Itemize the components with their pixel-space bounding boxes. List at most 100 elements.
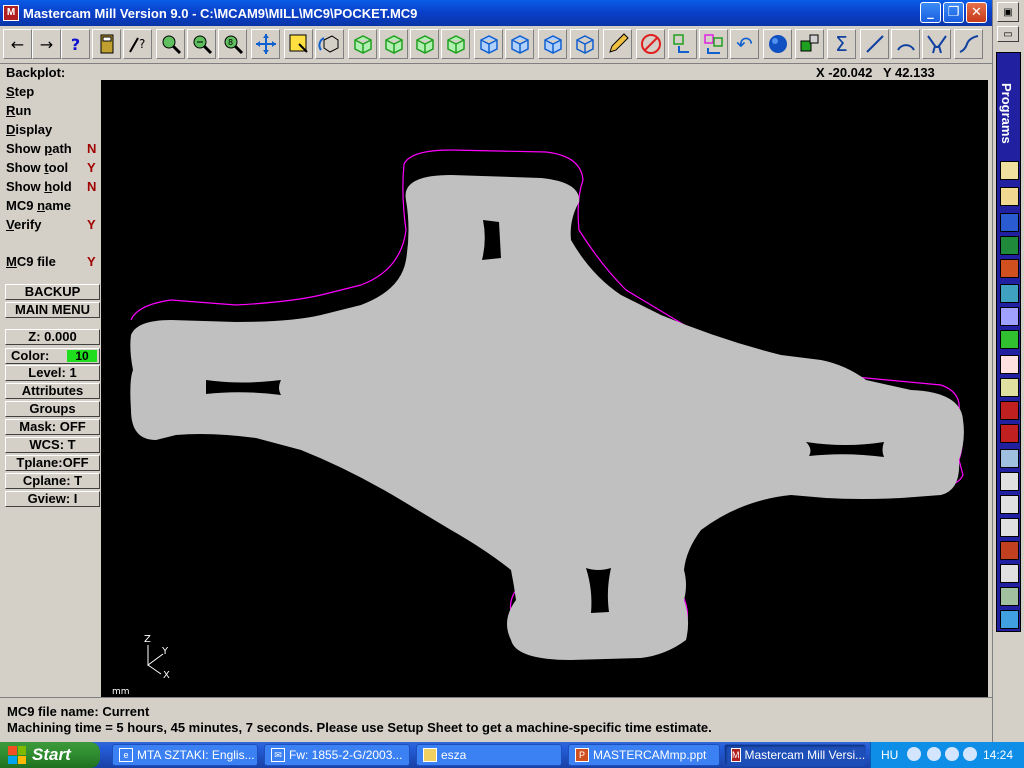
app-icon-5[interactable] [1000, 401, 1019, 420]
powerpoint-icon[interactable] [1000, 259, 1019, 278]
shade-sphere-icon[interactable] [763, 29, 792, 59]
z-depth-button[interactable]: Z: 0.000 [5, 329, 100, 345]
browser-icon: e [119, 748, 133, 762]
gview-button[interactable]: Gview: I [5, 491, 100, 507]
rotate-view-icon[interactable] [315, 29, 344, 59]
menu-show-path[interactable]: Show path [6, 141, 72, 156]
menu-run[interactable]: Run [6, 103, 31, 118]
show-path-value: N [87, 141, 97, 156]
color-swatch: 10 [67, 350, 97, 362]
color-label: Color: [11, 348, 50, 363]
task-mastercam[interactable]: M Mastercam Mill Versi... [724, 744, 866, 766]
view-iso-3-icon[interactable] [410, 29, 439, 59]
app-icon-14[interactable] [1000, 610, 1019, 629]
menu-show-hold[interactable]: Show hold [6, 179, 72, 194]
translate-icon[interactable] [699, 29, 728, 59]
tray-icon-1[interactable] [907, 747, 921, 761]
word-icon[interactable] [1000, 213, 1019, 232]
line-icon[interactable] [860, 29, 889, 59]
app-icon-12[interactable] [1000, 564, 1019, 583]
mastercam-icon[interactable]: M [3, 5, 19, 21]
tplane-button[interactable]: Tplane:OFF [5, 455, 100, 471]
task-mta-sztaki[interactable]: e MTA SZTAKI: Englis... [112, 744, 258, 766]
close-button[interactable]: ✕ [966, 2, 987, 23]
minimize-button[interactable]: _ [920, 2, 941, 23]
app-icon-7[interactable] [1000, 449, 1019, 468]
pocket-part [130, 175, 964, 660]
arc-icon[interactable] [891, 29, 920, 59]
excel-icon[interactable] [1000, 236, 1019, 255]
analyze-icon[interactable]: ? [123, 29, 152, 59]
backup-button[interactable]: BACKUP [5, 284, 100, 300]
app-icon-10[interactable] [1000, 518, 1019, 537]
start-button[interactable]: Start [0, 742, 100, 768]
view-iso-icon[interactable] [570, 29, 599, 59]
edit-pencil-icon[interactable] [603, 29, 632, 59]
app-icon-1[interactable] [1000, 284, 1019, 303]
zoom-window-icon[interactable] [156, 29, 185, 59]
task-powerpoint[interactable]: P MASTERCAMmp.ppt [568, 744, 720, 766]
app-icon-8[interactable] [1000, 472, 1019, 491]
app-icon-6[interactable] [1000, 424, 1019, 443]
axis-gizmo [147, 645, 164, 675]
forward-arrow-icon[interactable]: → [32, 29, 61, 59]
maximize-button[interactable]: ❐ [943, 2, 964, 23]
menu-verify[interactable]: Verify [6, 217, 41, 232]
folder-icon[interactable] [1000, 187, 1019, 206]
color-button[interactable]: Color: 10 [5, 348, 100, 364]
calculator-icon[interactable] [92, 29, 121, 59]
pan-icon[interactable] [251, 29, 280, 59]
app-icon-11[interactable] [1000, 541, 1019, 560]
task-esza-folder[interactable]: esza [416, 744, 562, 766]
view-iso-4-icon[interactable] [441, 29, 470, 59]
erase-icon[interactable] [636, 29, 665, 59]
task-fw-mail[interactable]: ✉ Fw: 1855-2-G/2003... [264, 744, 410, 766]
menu-show-tool[interactable]: Show tool [6, 160, 68, 175]
view-side-icon[interactable] [538, 29, 567, 59]
app-icon-13[interactable] [1000, 587, 1019, 606]
spline-icon[interactable] [954, 29, 983, 59]
folder-open-icon[interactable] [1000, 161, 1019, 180]
view-front-icon[interactable] [505, 29, 534, 59]
transform-icon[interactable] [668, 29, 697, 59]
mask-button[interactable]: Mask: OFF [5, 419, 100, 435]
programs-bar: Programs [996, 52, 1021, 632]
back-arrow-icon[interactable]: ← [3, 29, 32, 59]
fillet-icon[interactable] [922, 29, 951, 59]
mastercam-icon: M [731, 748, 741, 762]
tray-icon-2[interactable] [927, 747, 941, 761]
view-iso-1-icon[interactable] [348, 29, 377, 59]
select-window-icon[interactable] [284, 29, 313, 59]
cplane-button[interactable]: Cplane: T [5, 473, 100, 489]
svg-text:?: ? [139, 37, 145, 51]
menu-display[interactable]: Display [6, 122, 52, 137]
attributes-button[interactable]: Attributes [5, 383, 100, 399]
graphics-viewport[interactable]: Z Y X mm [101, 80, 988, 697]
zoom-out-icon[interactable] [187, 29, 216, 59]
help-icon[interactable]: ? [61, 29, 90, 59]
language-indicator[interactable]: HU [881, 748, 898, 762]
undo-icon[interactable]: ↶ [730, 29, 759, 59]
sum-icon[interactable]: Σ [827, 29, 856, 59]
restore-icon[interactable]: ▣ [997, 2, 1019, 22]
main-menu-button[interactable]: MAIN MENU [5, 302, 100, 318]
zoom-fit-icon[interactable]: 8 [218, 29, 247, 59]
wcs-button[interactable]: WCS: T [5, 437, 100, 453]
machining-time-status: Machining time = 5 hours, 45 minutes, 7 … [7, 720, 712, 735]
view-iso-2-icon[interactable] [379, 29, 408, 59]
app-icon-9[interactable] [1000, 495, 1019, 514]
menu-mc9-file[interactable]: MC9 file [6, 254, 56, 269]
menu-step[interactable]: Step [6, 84, 34, 99]
view-top-icon[interactable] [474, 29, 503, 59]
group-icon[interactable] [795, 29, 824, 59]
acrobat-icon[interactable] [1000, 355, 1019, 374]
volume-icon[interactable] [963, 747, 977, 761]
app-icon-4[interactable] [1000, 378, 1019, 397]
app-icon-2[interactable] [1000, 307, 1019, 326]
menu-mc9-name[interactable]: MC9 name [6, 198, 71, 213]
tray-icon-3[interactable] [945, 747, 959, 761]
tray-menu-icon[interactable]: ▭ [997, 26, 1019, 42]
app-icon-3[interactable] [1000, 330, 1019, 349]
groups-button[interactable]: Groups [5, 401, 100, 417]
level-button[interactable]: Level: 1 [5, 365, 100, 381]
